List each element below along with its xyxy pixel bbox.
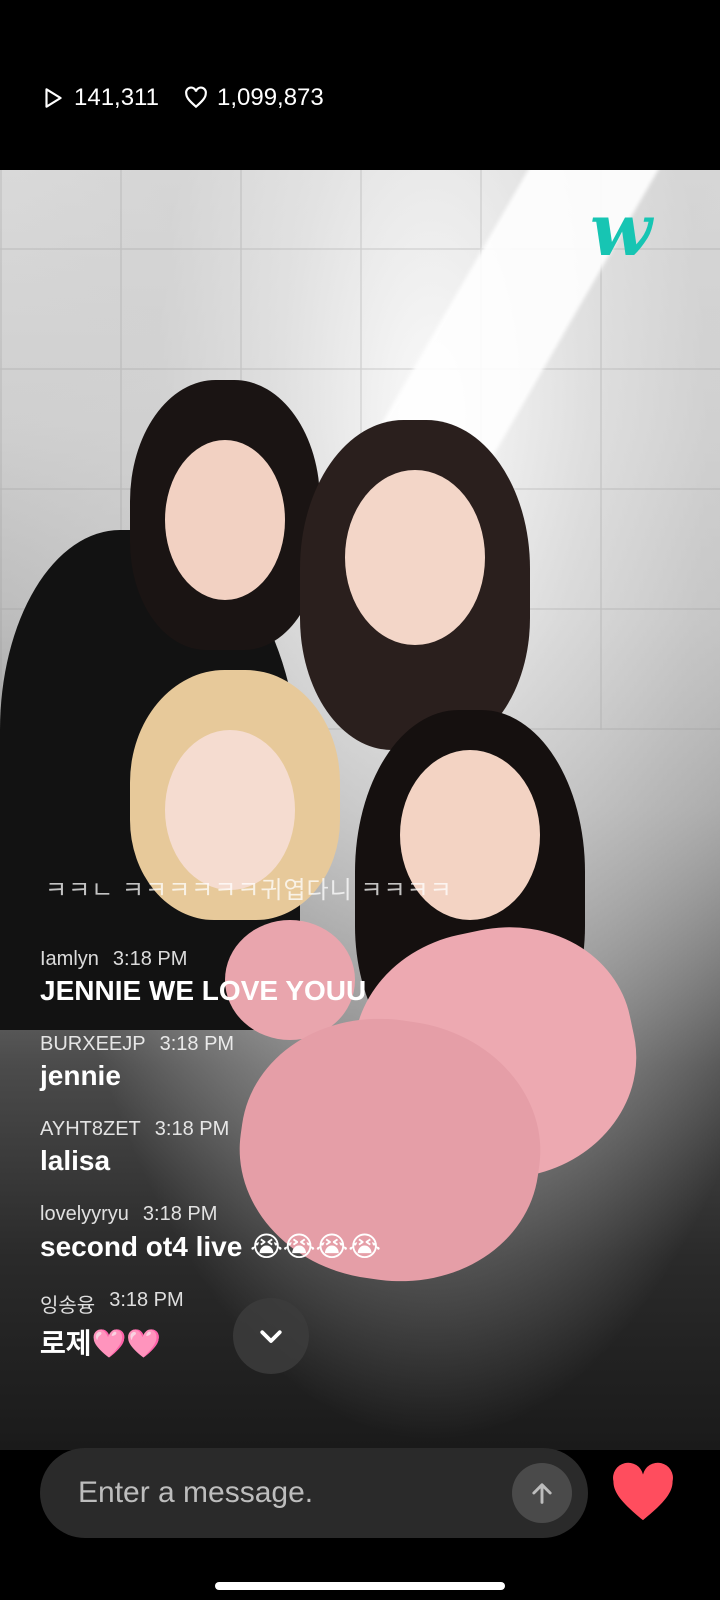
chevron-down-icon bbox=[260, 1330, 282, 1343]
like-count-value: 1,099,873 bbox=[216, 84, 324, 111]
chat-username: lovelyyryu bbox=[40, 1203, 129, 1225]
view-count-value: 141,311 bbox=[74, 84, 159, 111]
home-indicator[interactable] bbox=[215, 1582, 505, 1590]
chat-list: Iamlyn 3:18 PM JENNIE WE LOVE YOUU BURXEE… bbox=[40, 948, 600, 1388]
person-2-face bbox=[345, 470, 485, 645]
chat-username: Iamlyn bbox=[40, 948, 99, 970]
chat-time: 3:18 PM bbox=[154, 1118, 230, 1140]
person-3-face bbox=[165, 730, 295, 890]
chat-message: AYHT8ZET 3:18 PM lalisa bbox=[40, 1118, 600, 1177]
scroll-to-latest-button[interactable] bbox=[233, 1298, 309, 1374]
view-count: 141,311 bbox=[40, 84, 159, 112]
like-count: 1,099,873 bbox=[183, 84, 324, 112]
chat-text: second ot4 live 😭😭😭😭 bbox=[40, 1231, 381, 1262]
heart-filled-icon bbox=[613, 1462, 673, 1521]
chat-username: AYHT8ZET bbox=[40, 1118, 141, 1140]
send-button[interactable] bbox=[512, 1463, 572, 1523]
chat-time: 3:18 PM bbox=[142, 1203, 218, 1225]
person-1-face bbox=[165, 440, 285, 600]
arrow-up-icon bbox=[532, 1483, 552, 1504]
comment-ticker: ㅋㅋㄴ ㅋㅋㅋㅋㅋㅋ귀엽다니 ㅋㅋㅋㅋ bbox=[45, 877, 453, 904]
chat-time: 3:18 PM bbox=[109, 1289, 184, 1311]
chat-text: 로제🩷🩷 bbox=[40, 1328, 162, 1359]
chat-text: lalisa bbox=[40, 1145, 111, 1176]
chat-message: Iamlyn 3:18 PM JENNIE WE LOVE YOUU bbox=[40, 948, 600, 1007]
chat-message: lovelyyryu 3:18 PM second ot4 live 😭😭😭😭 bbox=[40, 1203, 600, 1263]
weverse-logo: w bbox=[590, 187, 652, 272]
chat-text: JENNIE WE LOVE YOUU bbox=[40, 975, 367, 1006]
message-input[interactable] bbox=[76, 1462, 512, 1524]
chat-time: 3:18 PM bbox=[112, 948, 188, 970]
live-stats: 141,311 1,099,873 bbox=[40, 84, 324, 112]
heart-outline-icon bbox=[185, 86, 207, 109]
play-icon bbox=[45, 88, 62, 108]
chat-username: BURXEEJP bbox=[40, 1033, 146, 1055]
chat-text: jennie bbox=[40, 1060, 121, 1091]
chat-message: BURXEEJP 3:18 PM jennie bbox=[40, 1033, 600, 1092]
chat-time: 3:18 PM bbox=[159, 1033, 235, 1055]
like-button[interactable] bbox=[608, 1461, 678, 1523]
chat-message: 잉송융 3:18 PM 로제🩷🩷 bbox=[40, 1289, 600, 1362]
message-composer bbox=[40, 1448, 588, 1538]
chat-username: 잉송융 bbox=[40, 1295, 96, 1317]
